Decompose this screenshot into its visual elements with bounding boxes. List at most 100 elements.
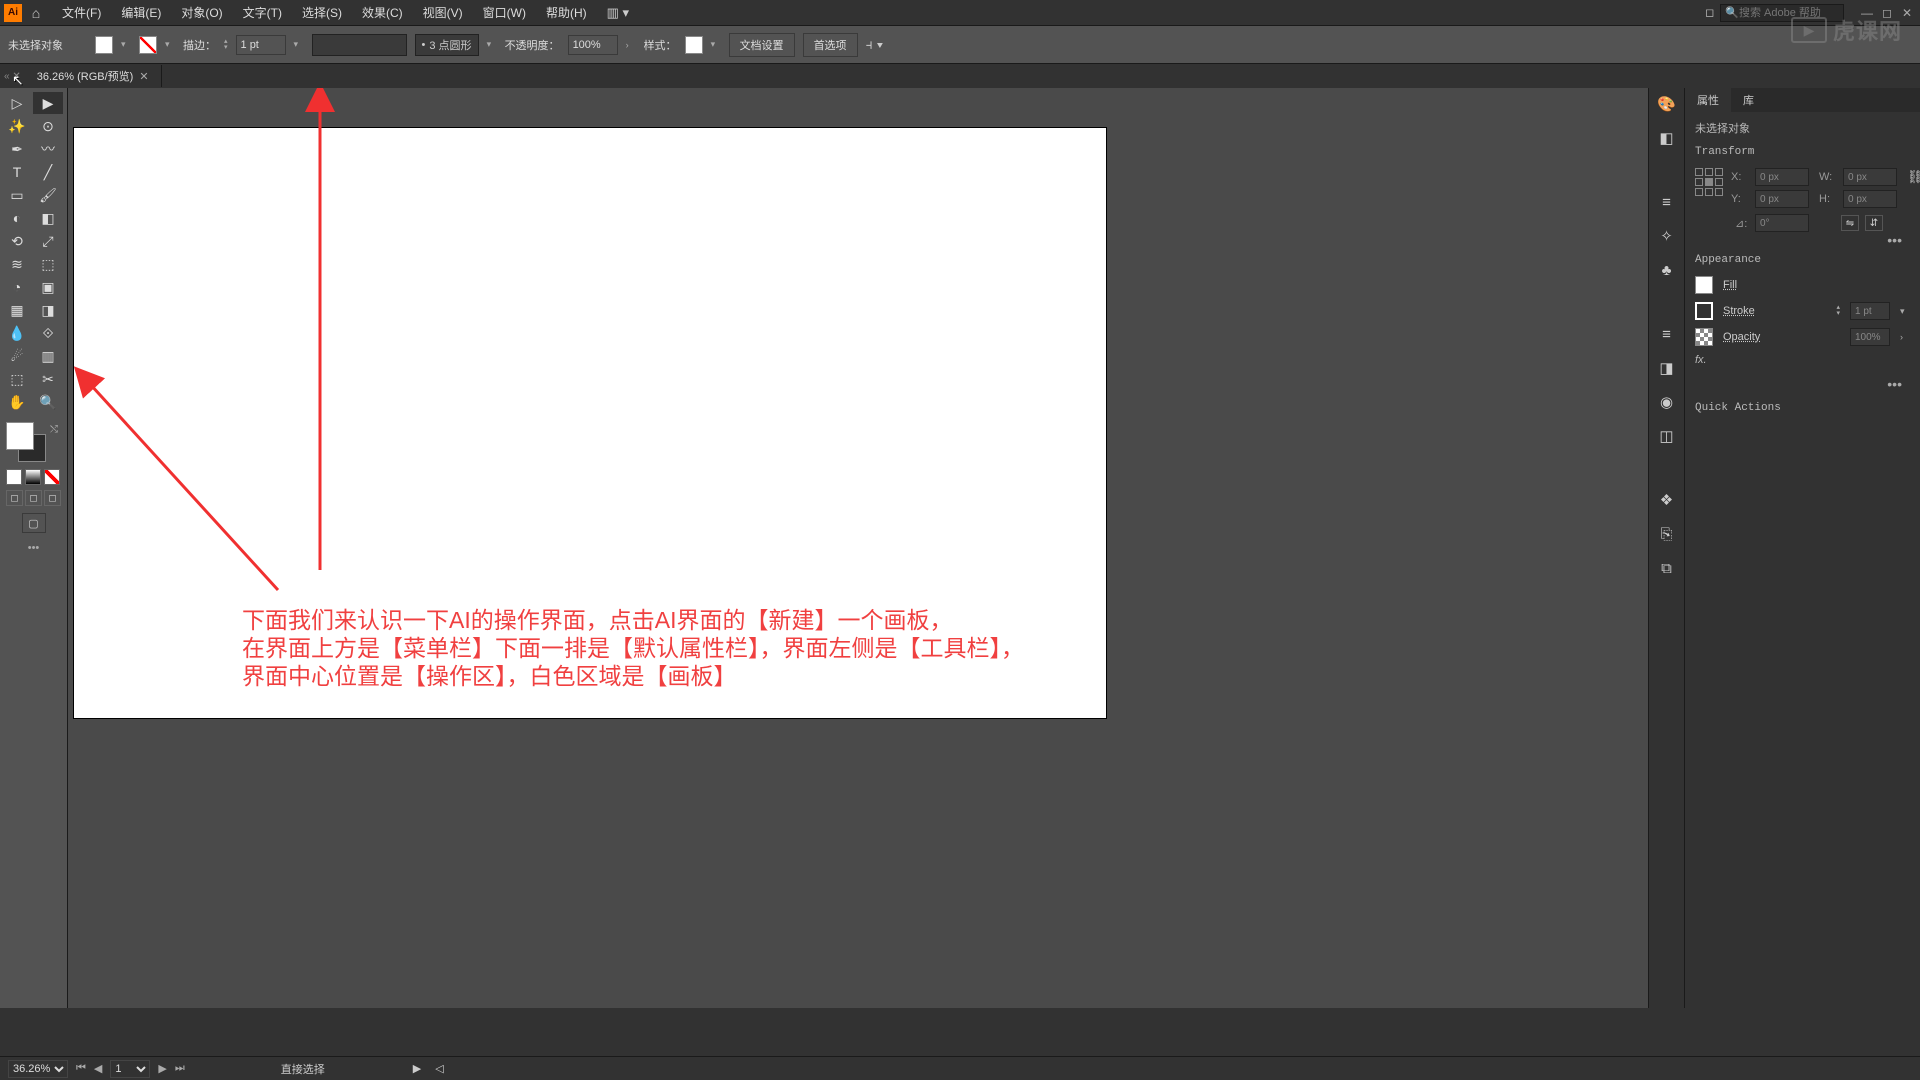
transparency-panel-icon[interactable]: ≡ (1655, 322, 1679, 346)
arrange-docs-icon[interactable]: ◻ (1705, 6, 1714, 19)
opacity-panel-dropdown-icon[interactable]: › (1900, 332, 1910, 342)
opacity-label-panel[interactable]: Opacity (1723, 331, 1840, 343)
artboard-nav-select[interactable]: 1 (110, 1060, 150, 1078)
flip-vertical-icon[interactable]: ⇵ (1865, 215, 1883, 231)
free-transform-tool-icon[interactable]: ⬚ (33, 253, 63, 275)
line-tool-icon[interactable]: ╱ (33, 161, 63, 183)
asset-export-panel-icon[interactable]: ⎘ (1655, 522, 1679, 546)
canvas-area[interactable]: 下面我们来认识一下AI的操作界面，点击AI界面的【新建】一个画板， 在界面上方是… (68, 88, 1648, 1008)
color-mode-icon[interactable] (6, 469, 22, 485)
document-tab[interactable]: 36.26% (RGB/预览) ✕ (25, 65, 162, 87)
stroke-weight-dropdown-icon[interactable]: ▾ (294, 39, 304, 50)
fill-swatch-panel[interactable] (1695, 276, 1713, 294)
hand-tool-icon[interactable]: ✋ (2, 391, 32, 413)
workspace-switcher-icon[interactable]: ▥ ▾ (607, 5, 629, 21)
edit-toolbar-icon[interactable]: ••• (2, 542, 65, 554)
brush-dropdown-icon[interactable]: ▾ (487, 39, 497, 50)
x-input[interactable] (1755, 168, 1809, 186)
stroke-panel-icon[interactable]: ≡ (1655, 190, 1679, 214)
swap-colors-icon[interactable]: ⤭ (50, 424, 58, 435)
h-input[interactable] (1843, 190, 1897, 208)
gradient-panel-icon[interactable]: ◨ (1655, 356, 1679, 380)
shape-builder-tool-icon[interactable]: ◔ (2, 276, 32, 298)
menu-select[interactable]: 选择(S) (292, 1, 352, 24)
style-dropdown-icon[interactable]: ▾ (711, 39, 721, 50)
artboards-panel-icon[interactable]: ⧉ (1655, 556, 1679, 580)
next-artboard-icon[interactable]: ▶ (158, 1062, 166, 1075)
brush-definition[interactable]: •3 点圆形 (415, 34, 479, 56)
stroke-panel-dropdown-icon[interactable]: ▾ (1900, 306, 1910, 317)
screen-mode-icon[interactable]: ▢ (22, 513, 46, 533)
draw-behind-icon[interactable]: ◻ (25, 490, 42, 506)
menu-help[interactable]: 帮助(H) (536, 1, 597, 24)
menu-type[interactable]: 文字(T) (233, 1, 292, 24)
align-icon[interactable]: ⫞ ▾ (866, 36, 884, 53)
preferences-button[interactable]: 首选项 (803, 33, 858, 57)
draw-normal-icon[interactable]: ◻ (6, 490, 23, 506)
perspective-tool-icon[interactable]: ▣ (33, 276, 63, 298)
stroke-weight-panel-input[interactable] (1850, 302, 1890, 320)
selection-tool-icon[interactable]: ▷ (2, 92, 32, 114)
w-input[interactable] (1843, 168, 1897, 186)
magic-wand-tool-icon[interactable]: ✨ (2, 115, 32, 137)
appearance-more-icon[interactable]: ••• (1695, 376, 1910, 392)
fx-label[interactable]: fx. (1695, 354, 1910, 366)
rectangle-tool-icon[interactable]: ▭ (2, 184, 32, 206)
stroke-swatch[interactable] (139, 36, 157, 54)
stroke-swatch-panel[interactable] (1695, 302, 1713, 320)
opacity-swatch-panel[interactable] (1695, 328, 1713, 346)
scroll-left-icon[interactable]: ◁ (435, 1062, 443, 1075)
stroke-label-panel[interactable]: Stroke (1723, 305, 1826, 317)
tab-close-icon[interactable]: ✕ (139, 70, 148, 83)
none-mode-icon[interactable] (44, 469, 60, 485)
tab-nav-icon[interactable]: « ✕ (0, 71, 25, 82)
tab-properties[interactable]: 属性 (1685, 88, 1731, 112)
doc-setup-button[interactable]: 文档设置 (729, 33, 795, 57)
paintbrush-tool-icon[interactable]: 🖌 (33, 184, 63, 206)
type-tool-icon[interactable]: T (2, 161, 32, 183)
first-artboard-icon[interactable]: ⏮ (76, 1062, 86, 1075)
prev-artboard-icon[interactable]: ◀ (94, 1062, 102, 1075)
slice-tool-icon[interactable]: ✂ (33, 368, 63, 390)
tab-libraries[interactable]: 库 (1731, 88, 1766, 112)
menu-object[interactable]: 对象(O) (171, 1, 232, 24)
pen-tool-icon[interactable]: ✒ (2, 138, 32, 160)
style-swatch[interactable] (685, 36, 703, 54)
color-picker[interactable]: ⤭ (2, 422, 62, 462)
opacity-panel-input[interactable] (1850, 328, 1890, 346)
menu-file[interactable]: 文件(F) (52, 1, 111, 24)
opacity-input[interactable] (568, 35, 618, 55)
layers-panel-icon[interactable]: ❖ (1655, 488, 1679, 512)
symbols-panel-icon[interactable]: ♣ (1655, 258, 1679, 282)
gradient-tool-icon[interactable]: ◨ (33, 299, 63, 321)
opacity-dropdown-icon[interactable]: › (626, 40, 636, 50)
fill-label[interactable]: Fill (1723, 279, 1910, 291)
zoom-select[interactable]: 36.26% (8, 1060, 68, 1078)
draw-inside-icon[interactable]: ◻ (44, 490, 61, 506)
rotate-tool-icon[interactable]: ⟲ (2, 230, 32, 252)
swatches-panel-icon[interactable]: ◧ (1655, 126, 1679, 150)
fill-dropdown-icon[interactable]: ▾ (121, 39, 131, 50)
mesh-tool-icon[interactable]: ▦ (2, 299, 32, 321)
stroke-weight-input[interactable] (236, 35, 286, 55)
menu-view[interactable]: 视图(V) (413, 1, 473, 24)
angle-input[interactable] (1755, 214, 1809, 232)
artboard-tool-icon[interactable]: ⬚ (2, 368, 32, 390)
stroke-spinner-panel[interactable]: ▴▾ (1836, 305, 1840, 317)
brushes-panel-icon[interactable]: ✧ (1655, 224, 1679, 248)
stroke-dropdown-icon[interactable]: ▾ (165, 39, 175, 50)
status-menu-icon[interactable]: ▶ (413, 1062, 421, 1075)
transform-more-icon[interactable]: ••• (1695, 232, 1910, 248)
direct-selection-tool-icon[interactable]: ▶ (33, 92, 63, 114)
brush-profile[interactable] (312, 34, 407, 56)
flip-horizontal-icon[interactable]: ⇋ (1841, 215, 1859, 231)
link-wh-icon[interactable]: ⛓ (1907, 169, 1920, 185)
color-panel-icon[interactable]: 🎨 (1655, 92, 1679, 116)
y-input[interactable] (1755, 190, 1809, 208)
artboard[interactable]: 下面我们来认识一下AI的操作界面，点击AI界面的【新建】一个画板， 在界面上方是… (74, 128, 1106, 718)
lasso-tool-icon[interactable]: ⊙ (33, 115, 63, 137)
last-artboard-icon[interactable]: ⏭ (175, 1062, 185, 1075)
appearance-panel-icon[interactable]: ◉ (1655, 390, 1679, 414)
column-graph-tool-icon[interactable]: ▥ (33, 345, 63, 367)
stroke-spinner[interactable]: ▴▾ (224, 39, 228, 51)
